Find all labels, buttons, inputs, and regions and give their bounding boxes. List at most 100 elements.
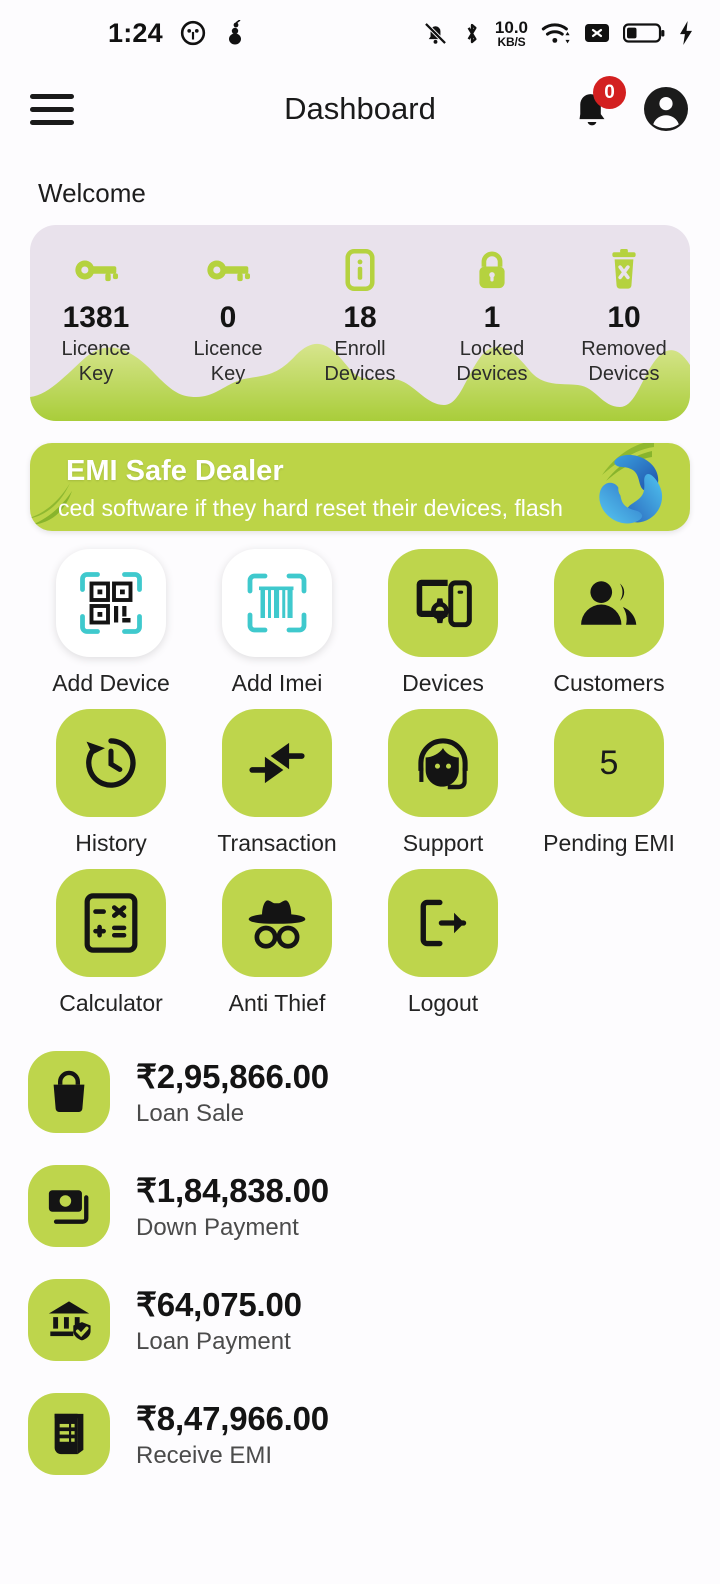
stat-label: Enroll Devices — [324, 337, 395, 387]
summary-row-down-payment[interactable]: ₹1,84,838.00 Down Payment — [28, 1165, 692, 1247]
quick-action-label: Support — [402, 830, 484, 856]
stat-label-line2: Key — [78, 363, 114, 385]
stat-removed-devices[interactable]: 10 Removed Devices — [558, 247, 690, 387]
summary-row-loan-payment[interactable]: ₹64,075.00 Loan Payment — [28, 1279, 692, 1361]
stat-value: 18 — [343, 301, 377, 334]
quick-action-label: Transaction — [217, 830, 337, 856]
tile-surface[interactable] — [56, 709, 166, 817]
stat-label-line2: Key — [210, 363, 246, 385]
summary-label: Loan Sale — [136, 1099, 245, 1127]
cash-icon — [28, 1165, 110, 1247]
tile-surface[interactable] — [56, 549, 166, 657]
banner-title: EMI Safe Dealer — [66, 455, 284, 487]
devices-icon — [416, 579, 472, 628]
stat-label-line2: Devices — [324, 363, 396, 385]
notification-button[interactable]: 0 — [570, 76, 626, 132]
quick-action-devices[interactable]: Devices — [360, 549, 526, 697]
summary-text: ₹1,84,838.00 Down Payment — [136, 1171, 329, 1242]
key-icon — [206, 247, 250, 293]
phone-info-icon — [345, 247, 375, 293]
banner-marquee-text: ced software if they hard reset their de… — [58, 495, 570, 521]
swirl-logo-icon — [599, 454, 663, 524]
quick-action-anti-thief[interactable]: Anti Thief — [194, 869, 360, 1017]
customers-icon — [581, 581, 637, 625]
calculator-icon — [84, 893, 138, 953]
status-bar-right: 10.0 KB/S — [422, 19, 694, 48]
hamburger-menu-icon[interactable] — [30, 93, 74, 125]
quick-action-customers[interactable]: Customers — [526, 549, 692, 697]
tile-surface[interactable]: 5 — [554, 709, 664, 817]
tile-surface[interactable] — [388, 549, 498, 657]
summary-label: Loan Payment — [136, 1327, 291, 1355]
quick-action-calculator[interactable]: Calculator — [28, 869, 194, 1017]
summary-row-receive-emi[interactable]: ₹8,47,966.00 Receive EMI — [28, 1393, 692, 1475]
stat-licence-key-2[interactable]: 0 Licence Key — [162, 247, 294, 387]
stat-label: Locked Devices — [456, 337, 527, 387]
key-icon — [74, 247, 118, 293]
network-speed-unit: KB/S — [497, 34, 526, 49]
stats-card: 1381 Licence Key 0 Licence Key 18 Enroll… — [30, 225, 690, 421]
stat-label-line2: Devices — [456, 363, 528, 385]
network-speed-value: 10.0 — [494, 17, 528, 37]
quick-action-history[interactable]: History — [28, 709, 194, 857]
stat-enroll-devices[interactable]: 18 Enroll Devices — [294, 247, 426, 387]
battery-icon — [623, 23, 665, 43]
account-avatar-icon[interactable] — [642, 85, 690, 133]
tile-surface[interactable] — [222, 869, 332, 977]
quick-action-label: Add Device — [52, 670, 170, 696]
stat-label: Licence Key — [194, 337, 263, 387]
bell-off-icon — [424, 22, 447, 44]
summary-text: ₹2,95,866.00 Loan Sale — [136, 1057, 329, 1128]
game-app-icon — [180, 20, 205, 46]
quick-action-add-device[interactable]: Add Device — [28, 549, 194, 697]
quick-action-transaction[interactable]: Transaction — [194, 709, 360, 857]
tile-surface[interactable] — [222, 549, 332, 657]
quick-action-label: Calculator — [59, 990, 163, 1016]
stat-locked-devices[interactable]: 1 Locked Devices — [426, 247, 558, 387]
quick-action-logout[interactable]: Logout — [360, 869, 526, 1017]
summary-amount: ₹2,95,866.00 — [136, 1057, 329, 1095]
quick-action-support[interactable]: Support — [360, 709, 526, 857]
stat-value: 1 — [483, 301, 501, 334]
tile-surface[interactable] — [56, 869, 166, 977]
quick-action-label: History — [75, 830, 147, 856]
shopping-bag-icon — [28, 1051, 110, 1133]
tile-surface[interactable] — [222, 709, 332, 817]
quick-action-pending-emi[interactable]: 5 Pending EMI — [526, 709, 692, 857]
stat-label-line1: Licence — [61, 338, 131, 360]
app-bar-actions: 0 — [570, 76, 690, 133]
x-badge-icon — [585, 24, 609, 42]
app-bar: Dashboard 0 — [0, 66, 720, 152]
transfer-arrows-icon — [249, 742, 305, 784]
summary-text: ₹8,47,966.00 Receive EMI — [136, 1399, 329, 1470]
bluetooth-icon — [467, 23, 477, 43]
stat-label-line1: Removed — [581, 338, 667, 360]
stat-label-line1: Licence — [193, 338, 263, 360]
lock-icon — [475, 247, 509, 293]
barcode-scan-icon — [247, 573, 307, 633]
charging-bolt-icon — [680, 21, 692, 45]
tile-surface[interactable] — [388, 709, 498, 817]
summary-label: Receive EMI — [136, 1441, 273, 1469]
tile-surface[interactable] — [554, 549, 664, 657]
summary-row-loan-sale[interactable]: ₹2,95,866.00 Loan Sale — [28, 1051, 692, 1133]
welcome-text: Welcome — [38, 178, 146, 208]
detective-icon — [248, 900, 306, 949]
tile-surface[interactable] — [388, 869, 498, 977]
ant-app-icon — [228, 20, 241, 45]
summary-amount: ₹8,47,966.00 — [136, 1399, 329, 1437]
history-clock-icon — [86, 738, 136, 788]
quick-action-label: Pending EMI — [543, 830, 675, 856]
stat-label: Licence Key — [62, 337, 131, 387]
quick-action-add-imei[interactable]: Add Imei — [194, 549, 360, 697]
quick-action-label: Devices — [402, 670, 484, 696]
quick-action-label: Logout — [407, 990, 479, 1016]
stat-licence-key-1[interactable]: 1381 Licence Key — [30, 247, 162, 387]
summary-amount: ₹1,84,838.00 — [136, 1171, 329, 1209]
trash-x-icon — [607, 247, 641, 293]
receipt-icon — [28, 1393, 110, 1475]
quick-actions-grid: Add Device Add Imei Devices Customers Hi… — [28, 549, 692, 1029]
summary-list: ₹2,95,866.00 Loan Sale ₹1,84,838.00 Down… — [28, 1051, 692, 1475]
promo-banner[interactable]: EMI Safe Dealer ced software if they har… — [30, 443, 690, 531]
stat-value: 0 — [219, 301, 237, 334]
